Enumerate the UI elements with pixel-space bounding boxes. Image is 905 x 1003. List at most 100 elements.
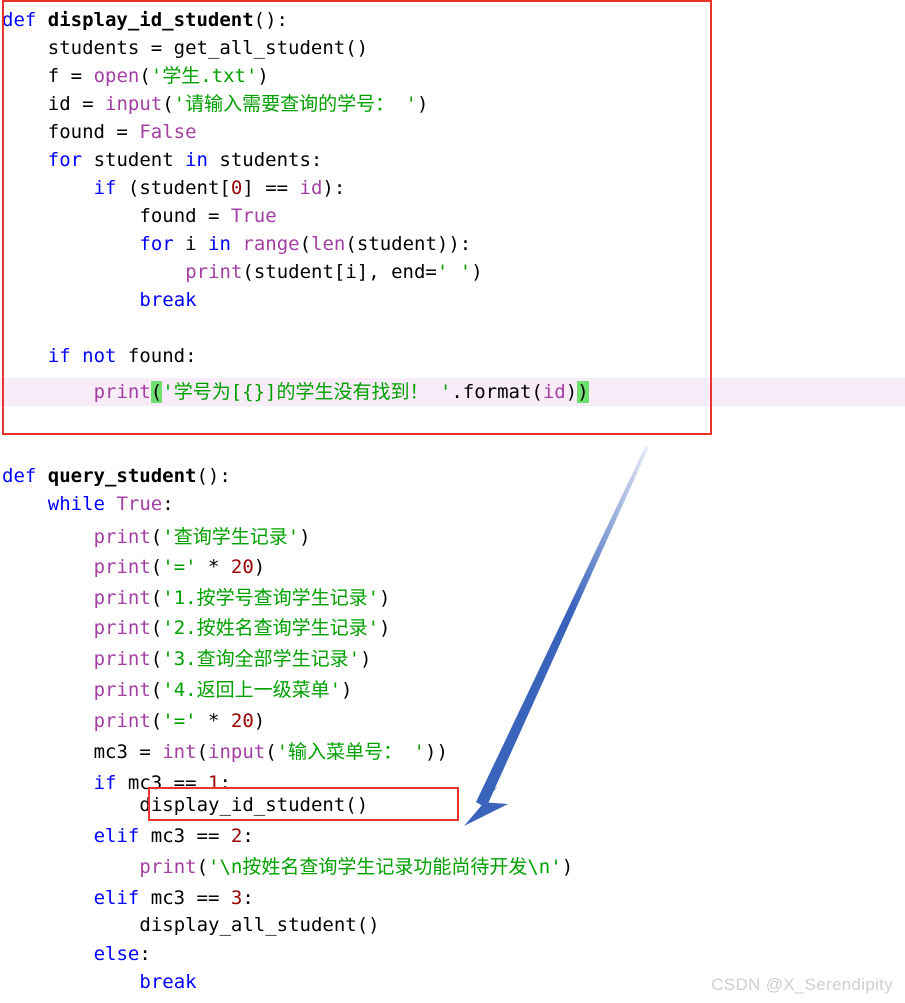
code-token: else — [93, 943, 140, 965]
code-token: break — [139, 289, 197, 311]
code-token: in — [185, 149, 208, 171]
code-token: ): — [322, 177, 346, 199]
query-student-line[interactable]: mc3 = int(input('输入菜单号： ')) — [0, 738, 905, 766]
code-token: ( — [150, 710, 163, 732]
query-student-line[interactable]: elif mc3 == 3: — [0, 884, 905, 912]
code-token: print — [93, 679, 151, 701]
query-student-line[interactable]: print('=' * 20) — [0, 553, 905, 581]
query-student-line[interactable]: display_all_student() — [0, 911, 905, 939]
matched-bracket: ( — [150, 381, 163, 403]
code-token: : — [242, 825, 254, 847]
code-token: print — [139, 856, 197, 878]
code-token: '输入菜单号： ' — [276, 741, 425, 763]
code-token: int — [162, 741, 197, 763]
code-token: (): — [196, 465, 231, 487]
code-token: ) — [379, 617, 391, 639]
code-token: display_id_student() — [139, 794, 369, 816]
code-token: '3.查询全部学生记录' — [162, 648, 361, 670]
code-token: elif — [93, 887, 151, 909]
code-token: ( — [150, 617, 163, 639]
code-token: 20 — [230, 710, 254, 732]
code-token: display_id_student — [47, 9, 254, 31]
code-token: while — [47, 493, 117, 515]
query-student-line[interactable]: def query_student(): — [0, 462, 905, 490]
query-student-line[interactable]: print('\n按姓名查询学生记录功能尚待开发\n') — [0, 853, 905, 881]
code-token: print — [93, 648, 151, 670]
query-student-line[interactable]: display_id_student() — [0, 791, 905, 819]
query-student-line[interactable]: print('2.按姓名查询学生记录') — [0, 614, 905, 642]
display-id-student-line[interactable]: if not found: — [0, 342, 905, 370]
code-token: (student[ — [127, 177, 231, 199]
query-student-line[interactable]: print('查询学生记录') — [0, 523, 905, 551]
code-token: i — [185, 233, 209, 255]
display-id-student-line[interactable]: for i in range(len(student)): — [0, 230, 905, 258]
query-student-line[interactable]: elif mc3 == 2: — [0, 822, 905, 850]
code-token: * — [196, 710, 231, 732]
code-token: ( — [196, 741, 209, 763]
code-token: ( — [139, 65, 151, 87]
display-id-student-line[interactable]: print('学号为[{}]的学生没有找到！ '.format(id)) — [0, 378, 905, 406]
code-token: : — [139, 943, 151, 965]
code-token: print — [93, 381, 151, 403]
code-token: ) — [299, 526, 311, 548]
display-id-student-line[interactable]: id = input('请输入需要查询的学号： ') — [0, 90, 905, 118]
code-token: id = — [47, 93, 105, 115]
code-token: '\n按姓名查询学生记录功能尚待开发\n' — [208, 856, 562, 878]
code-token: ) — [379, 587, 391, 609]
display-id-student-line[interactable]: def display_id_student(): — [0, 6, 905, 34]
code-token: found = — [47, 121, 140, 143]
display-id-student-line[interactable]: students = get_all_student() — [0, 34, 905, 62]
code-token: (student)): — [345, 233, 472, 255]
display-id-student-line[interactable]: f = open('学生.txt') — [0, 62, 905, 90]
display-id-student-line[interactable] — [0, 314, 905, 342]
code-token: ) — [257, 65, 269, 87]
code-token: not — [82, 345, 117, 367]
code-token: if — [47, 345, 83, 367]
code-token: ( — [150, 679, 163, 701]
code-token: ( — [150, 526, 163, 548]
query-student-line[interactable]: print('=' * 20) — [0, 707, 905, 735]
code-token: '1.按学号查询学生记录' — [162, 587, 380, 609]
code-token: input — [105, 93, 163, 115]
query-student-line[interactable]: print('1.按学号查询学生记录') — [0, 584, 905, 612]
code-token: student — [93, 149, 186, 171]
code-token: open — [93, 65, 140, 87]
code-token: ( — [150, 648, 163, 670]
code-token: ( — [150, 587, 163, 609]
code-token: def — [2, 9, 48, 31]
code-token: '学生.txt' — [150, 65, 258, 87]
display-id-student-line[interactable]: break — [0, 286, 905, 314]
code-token: for — [47, 149, 94, 171]
code-token: ) — [416, 93, 429, 115]
code-token: ' ' — [436, 261, 472, 283]
display-id-student-line[interactable]: found = True — [0, 202, 905, 230]
code-token: f = — [47, 65, 94, 87]
display-id-student-line[interactable]: print(student[i], end=' ') — [0, 258, 905, 286]
code-token: elif — [93, 825, 151, 847]
code-token: '查询学生记录' — [162, 526, 300, 548]
query-student-line[interactable]: print('4.返回上一级菜单') — [0, 676, 905, 704]
query-student-line[interactable]: print('3.查询全部学生记录') — [0, 645, 905, 673]
display-id-student-line[interactable]: found = False — [0, 118, 905, 146]
code-token: def — [2, 465, 48, 487]
code-token: ) — [471, 261, 483, 283]
code-token: ) — [341, 679, 353, 701]
code-token: students = get_all_student() — [47, 37, 369, 59]
code-token: '学号为[{}]的学生没有找到！ ' — [162, 381, 452, 403]
code-token: (student[i], end= — [242, 261, 437, 283]
display-id-student-line[interactable]: for student in students: — [0, 146, 905, 174]
code-token: found: — [116, 345, 197, 367]
code-token: ( — [265, 741, 277, 763]
code-token: input — [208, 741, 266, 763]
query-student-line[interactable]: while True: — [0, 490, 905, 518]
code-token: query_student — [47, 465, 197, 487]
code-token: ( — [150, 556, 163, 578]
display-id-student-line[interactable]: if (student[0] == id): — [0, 174, 905, 202]
code-token: ( — [196, 856, 209, 878]
code-token: ] == — [242, 177, 300, 199]
code-token: (): — [253, 9, 288, 31]
query-student-line[interactable]: else: — [0, 940, 905, 968]
code-token: False — [139, 121, 197, 143]
code-token: id — [542, 381, 566, 403]
